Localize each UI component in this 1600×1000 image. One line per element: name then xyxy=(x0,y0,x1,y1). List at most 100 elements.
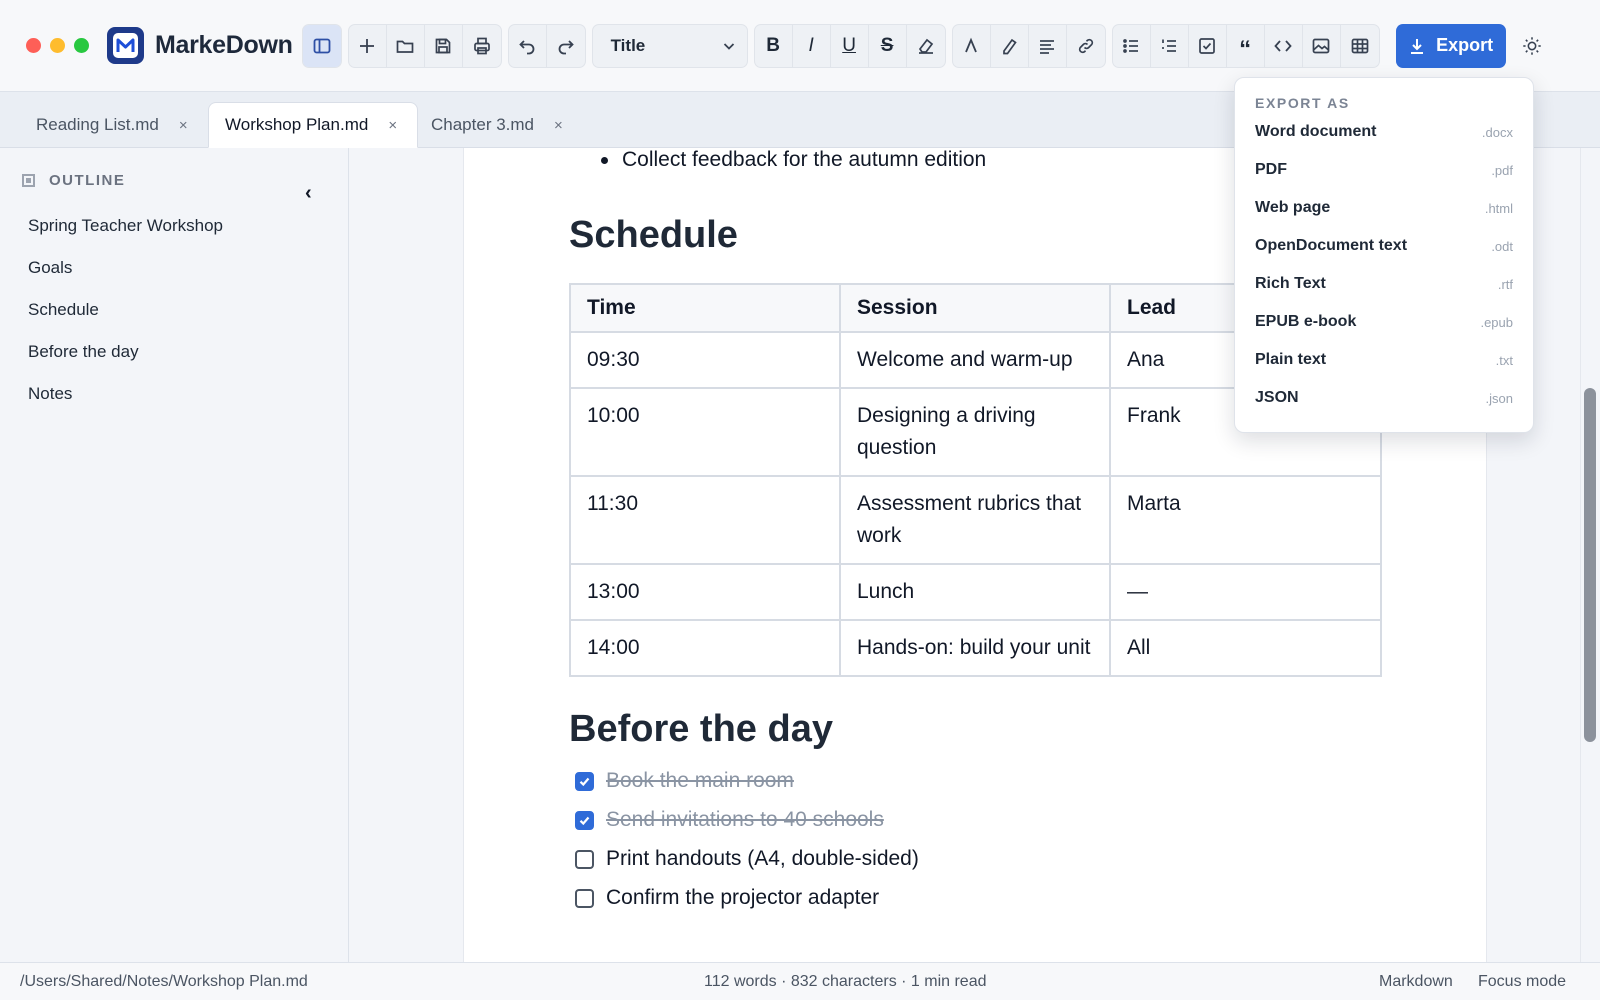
print-button[interactable] xyxy=(463,25,501,67)
table-cell: All xyxy=(1109,619,1382,677)
view-group xyxy=(301,23,342,68)
checkmark-icon xyxy=(579,816,590,825)
undo-button[interactable] xyxy=(509,24,547,67)
outline-header: OUTLINE xyxy=(22,172,125,189)
outline-title: OUTLINE xyxy=(49,172,126,189)
export-option-epub[interactable]: EPUB e-book .epub xyxy=(1235,303,1533,341)
outline-item-goals[interactable]: Goals xyxy=(28,258,72,278)
table-cell: 10:00 xyxy=(569,387,841,477)
download-icon xyxy=(1411,38,1424,54)
export-option-rtf[interactable]: Rich Text .rtf xyxy=(1235,265,1533,303)
menu-item-extension: .docx xyxy=(1481,124,1513,140)
markdown-mode-button[interactable]: Markdown xyxy=(1379,973,1453,991)
chevron-down-icon xyxy=(723,42,734,50)
export-option-docx[interactable]: Word document .docx xyxy=(1235,113,1533,151)
task-checkbox[interactable] xyxy=(575,888,594,908)
minimize-window-button[interactable] xyxy=(50,38,65,53)
strikethrough-button[interactable]: S xyxy=(869,24,907,67)
zoom-window-button[interactable] xyxy=(74,38,89,53)
window-controls xyxy=(26,38,89,53)
toggle-sidebar-button[interactable] xyxy=(302,24,341,67)
highlight-button[interactable] xyxy=(991,24,1029,67)
menu-item-extension: .json xyxy=(1485,390,1513,406)
table-row: 14:00 Hands-on: build your unit All xyxy=(569,619,1382,677)
outline-item-spring-teacher-workshop[interactable]: Spring Teacher Workshop xyxy=(28,216,223,236)
tab-label: Reading List.md xyxy=(36,115,159,134)
export-menu-header: EXPORT AS xyxy=(1255,95,1350,111)
task-checkbox[interactable] xyxy=(575,849,594,869)
export-button[interactable]: Export xyxy=(1395,23,1506,68)
task-list-button[interactable] xyxy=(1189,24,1227,67)
theme-toggle-button[interactable] xyxy=(1520,34,1544,58)
new-file-button[interactable] xyxy=(349,24,387,67)
tab-reading-list[interactable]: Reading List.md × xyxy=(20,102,208,148)
table-header-cell: Time xyxy=(569,283,841,333)
inline-format-group: B I U S xyxy=(753,23,946,68)
code-button[interactable] xyxy=(1265,24,1303,67)
table-cell: Assessment rubrics that work xyxy=(839,475,1111,565)
outline-item-notes[interactable]: Notes xyxy=(28,384,72,404)
table-cell: Hands-on: build your unit xyxy=(839,619,1111,677)
align-button[interactable] xyxy=(1029,24,1067,67)
style-group xyxy=(951,23,1106,68)
sun-icon xyxy=(1522,36,1541,55)
task-checkbox[interactable] xyxy=(575,810,594,830)
file-path: /Users/Shared/Notes/Workshop Plan.md xyxy=(20,973,308,990)
outline-item-before-the-day[interactable]: Before the day xyxy=(28,342,139,362)
quote-button[interactable]: “ xyxy=(1227,24,1265,67)
tab-chapter-3[interactable]: Chapter 3.md × xyxy=(415,102,583,148)
outline-item-schedule[interactable]: Schedule xyxy=(28,300,99,320)
tab-close-button[interactable]: × xyxy=(554,117,563,134)
heading-before-the-day: Before the day xyxy=(569,708,833,750)
document-stats: 112 words · 832 characters · 1 min read xyxy=(704,973,987,990)
task-checkbox[interactable] xyxy=(575,771,594,791)
tab-close-button[interactable]: × xyxy=(179,117,188,134)
bullet-list-button[interactable] xyxy=(1113,24,1151,67)
menu-item-label: Rich Text xyxy=(1255,275,1326,292)
collapse-sidebar-button[interactable]: ‹ xyxy=(305,182,312,205)
table-cell: 14:00 xyxy=(569,619,841,677)
table-row: 13:00 Lunch — xyxy=(569,563,1382,621)
bold-button[interactable]: B xyxy=(755,24,793,67)
numbered-list-button[interactable] xyxy=(1151,24,1189,67)
export-option-pdf[interactable]: PDF .pdf xyxy=(1235,151,1533,189)
task-text: Print handouts (A4, double-sided) xyxy=(606,847,919,870)
italic-button[interactable]: I xyxy=(793,24,831,67)
export-option-json[interactable]: JSON .json xyxy=(1235,379,1533,417)
list-item-text: Collect feedback for the autumn edition xyxy=(622,148,987,171)
export-option-odt[interactable]: OpenDocument text .odt xyxy=(1235,227,1533,265)
image-button[interactable] xyxy=(1303,24,1341,67)
underline-button[interactable]: U xyxy=(831,24,869,67)
outline-icon xyxy=(22,174,35,187)
clear-format-button[interactable] xyxy=(907,25,945,67)
scrollbar-thumb[interactable] xyxy=(1584,388,1596,742)
status-bar: /Users/Shared/Notes/Workshop Plan.md 112… xyxy=(0,962,1600,1000)
redo-button[interactable] xyxy=(547,25,585,67)
heading-schedule: Schedule xyxy=(569,214,738,256)
export-option-txt[interactable]: Plain text .txt xyxy=(1235,341,1533,379)
task-item: Book the main room xyxy=(575,769,794,793)
block-style-select[interactable]: Title xyxy=(591,23,748,68)
tab-close-button[interactable]: × xyxy=(388,117,397,134)
close-window-button[interactable] xyxy=(26,38,41,53)
table-cell: Lunch xyxy=(839,563,1111,621)
tab-workshop-plan[interactable]: Workshop Plan.md × xyxy=(208,102,419,148)
table-header-cell: Session xyxy=(839,283,1111,333)
menu-item-extension: .html xyxy=(1484,200,1513,216)
app-name: MarkeDown xyxy=(155,31,293,59)
text-color-button[interactable] xyxy=(953,24,991,67)
save-button[interactable] xyxy=(425,24,463,67)
menu-item-label: Web page xyxy=(1255,199,1331,216)
menu-item-label: OpenDocument text xyxy=(1255,237,1408,254)
task-text: Send invitations to 40 schools xyxy=(606,808,884,831)
link-button[interactable] xyxy=(1067,25,1105,67)
tab-label: Chapter 3.md xyxy=(431,115,534,134)
tab-label: Workshop Plan.md xyxy=(225,115,369,134)
table-button[interactable] xyxy=(1341,25,1379,67)
focus-mode-button[interactable]: Focus mode xyxy=(1478,973,1566,991)
history-group xyxy=(507,23,586,68)
menu-item-extension: .pdf xyxy=(1491,162,1513,178)
block-style-value: Title xyxy=(610,35,646,55)
export-option-html[interactable]: Web page .html xyxy=(1235,189,1533,227)
open-folder-button[interactable] xyxy=(387,24,425,67)
